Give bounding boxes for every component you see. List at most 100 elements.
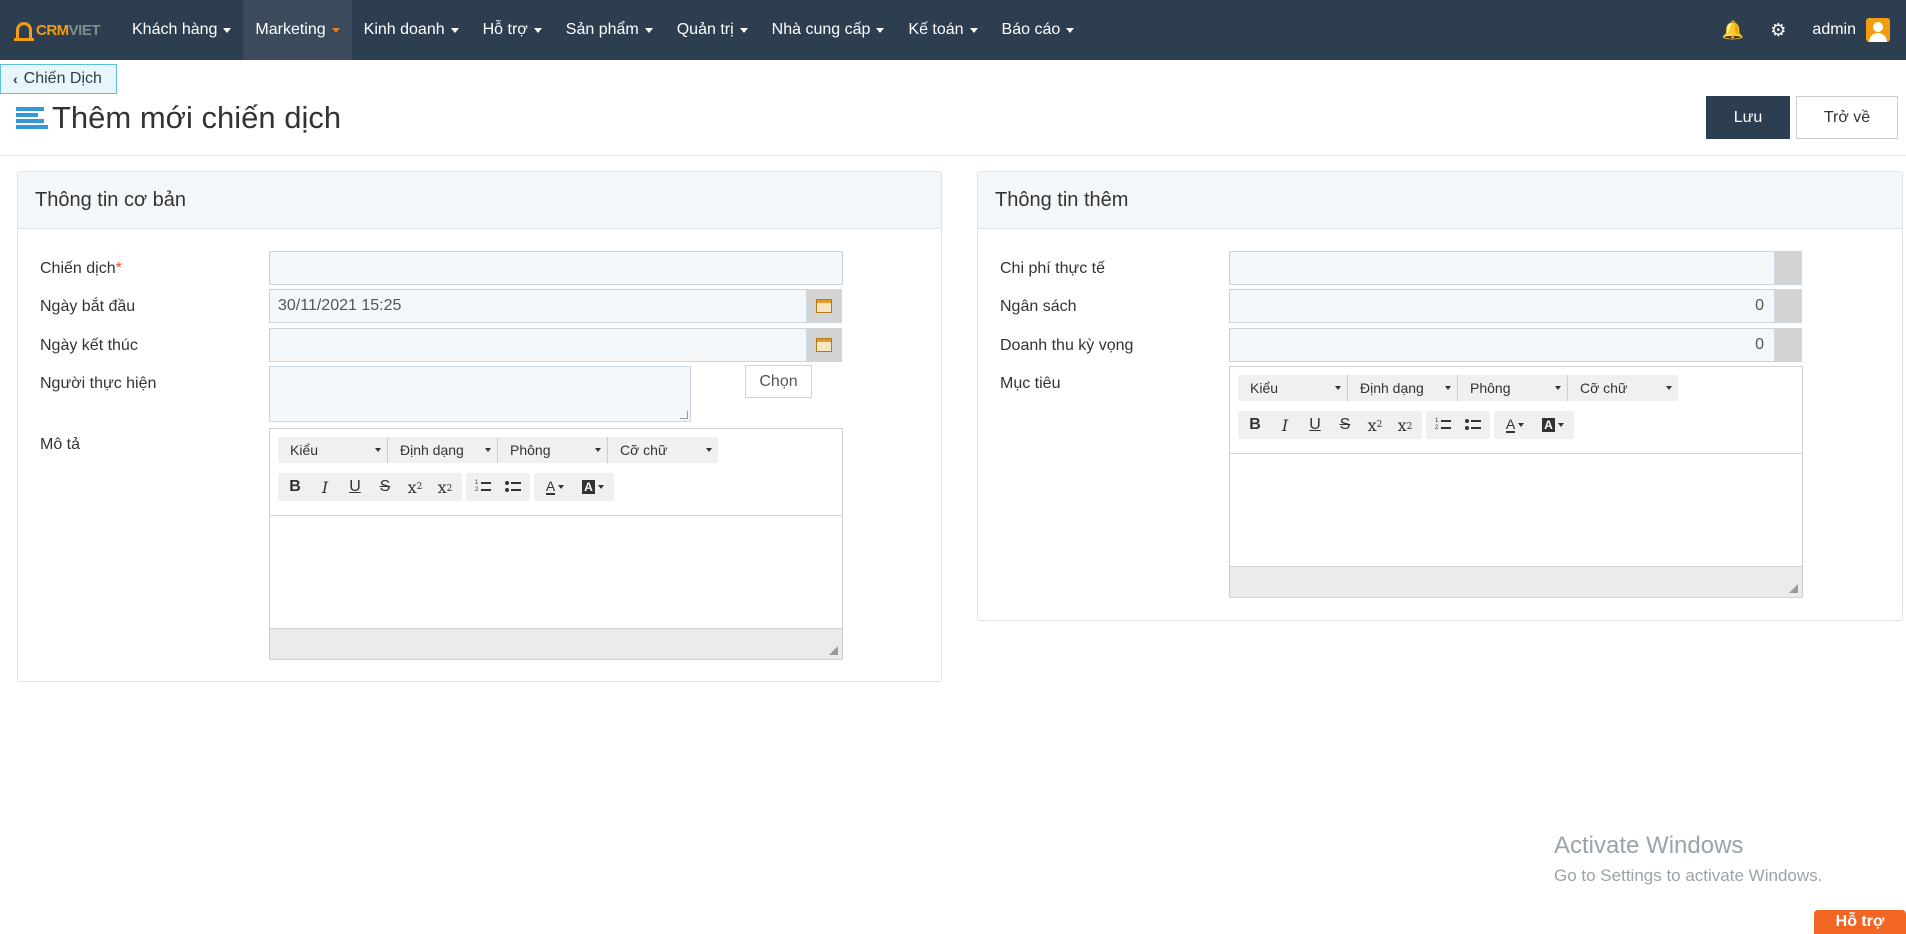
end-date-label: Ngày kết thúc	[40, 337, 138, 354]
text-color-button[interactable]: A	[1496, 412, 1534, 438]
size-dropdown-label: Cỡ chữ	[1580, 380, 1628, 396]
nav-item-nha-cung-cap[interactable]: Nhà cung cấp	[760, 0, 897, 60]
color-group: A A	[1494, 411, 1574, 439]
bold-button[interactable]: B	[280, 474, 310, 500]
nav-item-kinh-doanh[interactable]: Kinh doanh	[352, 0, 471, 60]
text-color-button[interactable]: A	[536, 474, 574, 500]
superscript-button[interactable]: x2	[430, 474, 460, 500]
crmviet-logo[interactable]: CRM VIET	[0, 0, 120, 60]
size-dropdown-label: Cỡ chữ	[620, 442, 668, 458]
editor-status-bar	[270, 628, 842, 659]
nav-item-san-pham[interactable]: Sản phẩm	[554, 0, 665, 60]
superscript-button[interactable]: x2	[1390, 412, 1420, 438]
background-color-button[interactable]: A	[574, 474, 612, 500]
assignee-textarea[interactable]	[269, 366, 691, 422]
save-button[interactable]: Lưu	[1706, 96, 1790, 139]
calendar-icon	[816, 299, 832, 313]
nav-item-bao-cao[interactable]: Báo cáo	[990, 0, 1087, 60]
editor-status-bar	[1230, 566, 1802, 597]
underline-button[interactable]: U	[340, 474, 370, 500]
caret-down-icon	[595, 448, 601, 452]
format-dropdown[interactable]: Định dạng	[1348, 375, 1458, 401]
nav-item-label: Quản trị	[676, 21, 734, 38]
breadcrumb-back-chien-dich[interactable]: ‹ Chiến Dịch	[0, 64, 117, 94]
caret-down-icon	[969, 27, 978, 33]
caret-down-icon	[597, 485, 604, 489]
bell-icon[interactable]: 🔔	[1722, 20, 1744, 41]
numbered-list-button[interactable]: 12	[1428, 412, 1458, 438]
nav-item-ke-toan[interactable]: Kế toán	[896, 0, 989, 60]
size-dropdown[interactable]: Cỡ chữ	[1568, 375, 1678, 401]
italic-button[interactable]: I	[1270, 412, 1300, 438]
resize-grip-icon[interactable]	[829, 646, 838, 655]
strikethrough-button[interactable]: S	[1330, 412, 1360, 438]
size-dropdown[interactable]: Cỡ chữ	[608, 437, 718, 463]
gear-icon[interactable]: ⚙	[1770, 20, 1786, 41]
goal-editor: Kiểu Định dạng Phông Cỡ chữ B I U S x2 x…	[1229, 366, 1803, 598]
end-date-picker-button[interactable]	[806, 328, 842, 362]
description-editor: Kiểu Định dạng Phông Cỡ chữ B I U S x2 x…	[269, 428, 843, 660]
style-dropdown[interactable]: Kiểu	[278, 437, 388, 463]
style-dropdown-label: Kiểu	[290, 442, 319, 458]
bulleted-list-icon	[505, 480, 521, 494]
start-date-input[interactable]: 30/11/2021 15:25	[269, 289, 807, 323]
user-name[interactable]: admin	[1812, 21, 1856, 39]
nav-item-khach-hang[interactable]: Khách hàng	[120, 0, 243, 60]
caret-down-icon	[739, 27, 748, 33]
strikethrough-button[interactable]: S	[370, 474, 400, 500]
avatar[interactable]	[1866, 18, 1890, 42]
background-color-icon: A	[582, 480, 595, 494]
header-divider	[0, 155, 1906, 156]
basic-style-group: B I U S x2 x2	[278, 473, 462, 501]
expected-revenue-input[interactable]: 0	[1229, 328, 1775, 362]
actual-cost-addon	[1774, 251, 1802, 285]
goal-editor-content[interactable]	[1230, 453, 1802, 567]
caret-down-icon	[1335, 386, 1341, 390]
subscript-button[interactable]: x2	[1360, 412, 1390, 438]
nav-item-quan-tri[interactable]: Quản trị	[665, 0, 760, 60]
font-dropdown[interactable]: Phông	[1458, 375, 1568, 401]
subscript-glyph: x	[1367, 415, 1377, 435]
nav-item-ho-tro[interactable]: Hỗ trợ	[471, 0, 554, 60]
actual-cost-input[interactable]	[1229, 251, 1775, 285]
end-date-input[interactable]	[269, 328, 807, 362]
back-button[interactable]: Trở về	[1796, 96, 1898, 139]
budget-addon	[1774, 289, 1802, 323]
bulleted-list-button[interactable]	[1458, 412, 1488, 438]
breadcrumb-label: Chiến Dịch	[23, 70, 102, 87]
editor-button-toolbar: B I U S x2 x2 12 A A	[278, 473, 618, 501]
support-button[interactable]: Hỗ trợ	[1814, 910, 1906, 934]
description-editor-content[interactable]	[270, 515, 842, 629]
nav-item-label: Marketing	[255, 21, 326, 38]
budget-input[interactable]: 0	[1229, 289, 1775, 323]
list-group: 12	[466, 473, 530, 501]
numbered-list-button[interactable]: 12	[468, 474, 498, 500]
caret-down-icon	[644, 27, 653, 33]
campaign-name-input[interactable]	[269, 251, 843, 285]
italic-button[interactable]: I	[310, 474, 340, 500]
underline-button[interactable]: U	[1300, 412, 1330, 438]
nav-item-marketing[interactable]: Marketing	[243, 0, 352, 60]
style-dropdown[interactable]: Kiểu	[1238, 375, 1348, 401]
font-dropdown-label: Phông	[510, 442, 551, 458]
start-date-picker-button[interactable]	[806, 289, 842, 323]
resize-grip-icon	[680, 411, 688, 419]
choose-assignee-button[interactable]: Chọn	[745, 365, 812, 398]
start-date-label: Ngày bắt đầu	[40, 298, 136, 315]
description-label: Mô tả	[40, 436, 81, 453]
caret-down-icon	[450, 27, 459, 33]
subscript-glyph: x	[407, 477, 417, 497]
bulleted-list-button[interactable]	[498, 474, 528, 500]
basic-info-panel: Thông tin cơ bản Chiến dịch* Ngày bắt đầ…	[17, 171, 942, 682]
subscript-button[interactable]: x2	[400, 474, 430, 500]
font-dropdown[interactable]: Phông	[498, 437, 608, 463]
superscript-glyph: x	[437, 477, 447, 497]
logo-crm-text: CRM	[36, 21, 69, 39]
background-color-button[interactable]: A	[1534, 412, 1572, 438]
required-mark: *	[115, 260, 122, 277]
caret-down-icon	[1555, 386, 1561, 390]
format-dropdown[interactable]: Định dạng	[388, 437, 498, 463]
bold-button[interactable]: B	[1240, 412, 1270, 438]
nav-item-label: Kinh doanh	[363, 21, 445, 38]
resize-grip-icon[interactable]	[1789, 584, 1798, 593]
